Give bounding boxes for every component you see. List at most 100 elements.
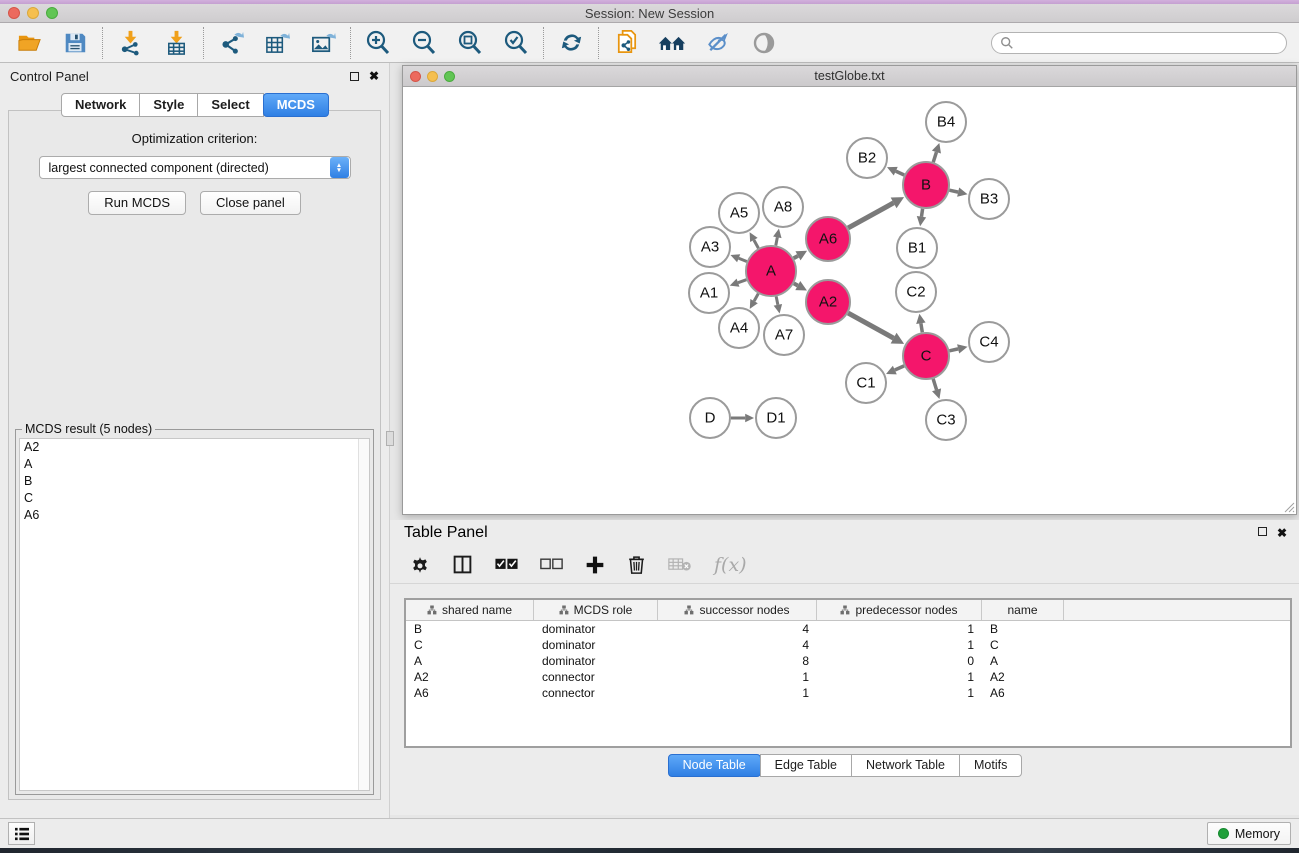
mcds-result-item[interactable]: A2 — [20, 439, 369, 456]
zoom-in-icon[interactable] — [363, 28, 393, 58]
network-close-button[interactable] — [410, 71, 421, 82]
table-cell[interactable]: A — [406, 654, 534, 668]
table-cell[interactable]: 1 — [817, 670, 982, 684]
result-scrollbar[interactable] — [358, 439, 369, 790]
table-cell[interactable]: A — [982, 654, 1064, 668]
table-cell[interactable]: A6 — [406, 686, 534, 700]
table-row[interactable]: Adominator80A — [406, 653, 1290, 669]
table-cell[interactable]: 1 — [817, 622, 982, 636]
hide-graphics-details-icon[interactable] — [703, 28, 733, 58]
run-mcds-button[interactable]: Run MCDS — [88, 191, 186, 215]
mcds-result-item[interactable]: C — [20, 490, 369, 507]
mcds-result-list[interactable]: A2ABCA6 — [19, 438, 370, 791]
network-graph[interactable]: B4B2BB3A5A8A6A3B1AA1C2A2A4A7C4CC1C3DD1 — [403, 87, 1296, 514]
table-cell[interactable]: A2 — [982, 670, 1064, 684]
save-session-icon[interactable] — [60, 28, 90, 58]
table-tab-edge-table[interactable]: Edge Table — [760, 754, 852, 777]
float-panel-icon[interactable] — [350, 72, 359, 81]
control-tab-network[interactable]: Network — [61, 93, 140, 117]
export-network-icon[interactable] — [216, 28, 246, 58]
export-image-icon[interactable] — [308, 28, 338, 58]
table-settings-gear-icon[interactable] — [410, 555, 430, 575]
eye-preview-icon[interactable] — [749, 28, 779, 58]
graph-edge-A-A1[interactable] — [738, 280, 746, 283]
zoom-selected-icon[interactable] — [501, 28, 531, 58]
table-tab-network-table[interactable]: Network Table — [851, 754, 960, 777]
open-session-icon[interactable] — [14, 28, 44, 58]
delete-column-trash-icon[interactable] — [627, 554, 646, 575]
graph-edge-C-C2[interactable] — [921, 323, 922, 332]
graph-edge-A-A7[interactable] — [776, 296, 778, 304]
graph-edge-B-B2[interactable] — [896, 171, 904, 175]
select-all-checked-icon[interactable] — [495, 558, 518, 571]
table-cell[interactable]: connector — [534, 670, 658, 684]
graph-edge-A-A3[interactable] — [739, 258, 747, 261]
home-overview-icon[interactable] — [657, 28, 687, 58]
table-cell[interactable]: 4 — [658, 622, 817, 636]
table-cell[interactable]: 1 — [817, 638, 982, 652]
import-table-icon[interactable] — [161, 28, 191, 58]
column-header-successor-nodes[interactable]: successor nodes — [658, 600, 817, 620]
graph-edge-C-C1[interactable] — [895, 366, 904, 370]
mcds-result-item[interactable]: A6 — [20, 507, 369, 524]
export-table-icon[interactable] — [262, 28, 292, 58]
add-column-icon[interactable] — [585, 555, 605, 575]
close-window-button[interactable] — [8, 7, 20, 19]
task-history-button[interactable] — [8, 822, 35, 845]
control-tab-select[interactable]: Select — [197, 93, 263, 117]
close-table-panel-icon[interactable]: ✖ — [1277, 527, 1287, 539]
table-cell[interactable]: dominator — [534, 638, 658, 652]
table-tab-motifs[interactable]: Motifs — [959, 754, 1022, 777]
search-field[interactable] — [991, 32, 1287, 54]
graph-edge-B-B4[interactable] — [933, 152, 936, 162]
column-layout-icon[interactable] — [452, 554, 473, 575]
table-row[interactable]: A2connector11A2 — [406, 669, 1290, 685]
graph-edge-A-A6[interactable] — [794, 256, 798, 258]
table-cell[interactable]: C — [982, 638, 1064, 652]
table-cell[interactable]: 0 — [817, 654, 982, 668]
float-table-panel-icon[interactable] — [1258, 527, 1267, 536]
graph-edge-C-C4[interactable] — [949, 349, 958, 351]
resize-grip-icon[interactable] — [1283, 501, 1295, 513]
table-cell[interactable]: connector — [534, 686, 658, 700]
table-cell[interactable]: 1 — [658, 686, 817, 700]
mcds-result-item[interactable]: B — [20, 473, 369, 490]
table-cell[interactable]: dominator — [534, 622, 658, 636]
split-divider-handle[interactable] — [386, 431, 394, 446]
zoom-out-icon[interactable] — [409, 28, 439, 58]
table-row[interactable]: A6connector11A6 — [406, 685, 1290, 701]
table-cell[interactable]: dominator — [534, 654, 658, 668]
table-cell[interactable]: 4 — [658, 638, 817, 652]
criterion-dropdown[interactable]: largest connected component (directed) ▲… — [39, 156, 351, 179]
network-canvas[interactable]: B4B2BB3A5A8A6A3B1AA1C2A2A4A7C4CC1C3DD1 — [403, 87, 1296, 514]
zoom-window-button[interactable] — [46, 7, 58, 19]
table-cell[interactable]: B — [982, 622, 1064, 636]
graph-edge-A-A2[interactable] — [794, 283, 798, 285]
control-tab-mcds[interactable]: MCDS — [263, 93, 329, 117]
search-input[interactable] — [1014, 36, 1278, 50]
network-minimize-button[interactable] — [427, 71, 438, 82]
table-tab-node-table[interactable]: Node Table — [668, 754, 761, 777]
refresh-layout-icon[interactable] — [556, 28, 586, 58]
import-network-icon[interactable] — [115, 28, 145, 58]
network-zoom-button[interactable] — [444, 71, 455, 82]
table-cell[interactable]: 8 — [658, 654, 817, 668]
column-header-predecessor-nodes[interactable]: predecessor nodes — [817, 600, 982, 620]
mcds-result-item[interactable]: A — [20, 456, 369, 473]
memory-button[interactable]: Memory — [1207, 822, 1291, 845]
column-header-name[interactable]: name — [982, 600, 1064, 620]
table-cell[interactable]: A6 — [982, 686, 1064, 700]
minimize-window-button[interactable] — [27, 7, 39, 19]
table-cell[interactable]: 1 — [658, 670, 817, 684]
table-cell[interactable]: A2 — [406, 670, 534, 684]
duplicate-network-icon[interactable] — [611, 28, 641, 58]
table-row[interactable]: Bdominator41B — [406, 621, 1290, 637]
table-cell[interactable]: 1 — [817, 686, 982, 700]
graph-edge-A-A8[interactable] — [776, 237, 778, 245]
graph-edge-A2-C[interactable] — [848, 313, 893, 338]
deselect-all-unchecked-icon[interactable] — [540, 558, 563, 571]
graph-edge-B-B3[interactable] — [949, 190, 958, 192]
table-cell[interactable]: B — [406, 622, 534, 636]
control-tab-style[interactable]: Style — [139, 93, 198, 117]
close-panel-icon[interactable]: ✖ — [369, 70, 379, 82]
